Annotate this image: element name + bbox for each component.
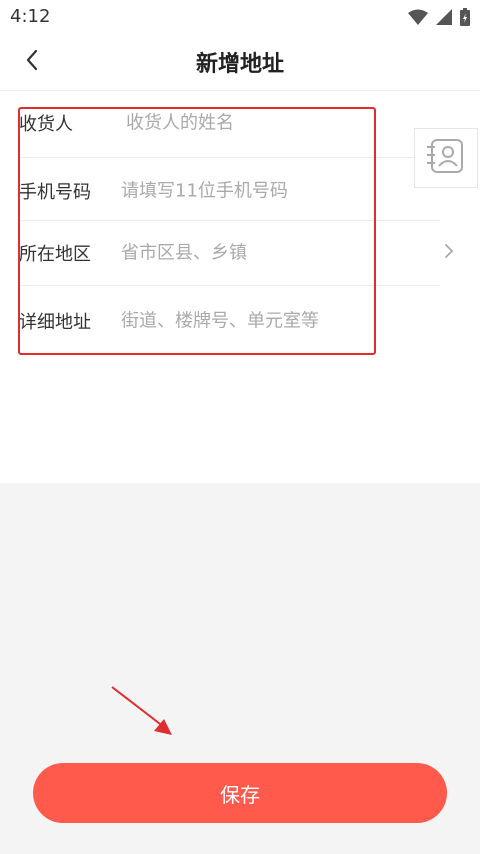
status-bar: 4:12 xyxy=(0,0,480,34)
annotation-arrow xyxy=(111,686,172,735)
header: 新增地址 xyxy=(0,34,480,91)
detail-label: 详细地址 xyxy=(19,312,91,333)
recipient-input[interactable] xyxy=(126,112,376,134)
status-time: 4:12 xyxy=(10,6,51,27)
page-title: 新增地址 xyxy=(195,52,284,77)
phone-row: 手机号码 xyxy=(0,159,460,223)
contact-picker-button[interactable] xyxy=(414,128,478,188)
signal-icon xyxy=(436,9,452,29)
region-input[interactable] xyxy=(121,242,371,264)
chevron-right-icon xyxy=(444,243,454,263)
region-label: 所在地区 xyxy=(19,244,91,265)
save-button[interactable]: 保存 xyxy=(33,763,447,823)
recipient-row: 收货人 xyxy=(0,91,460,158)
contact-book-icon xyxy=(426,139,466,177)
wifi-icon xyxy=(408,9,428,29)
address-form: 收货人 手机号码 所在地区 详细地址 xyxy=(0,91,480,483)
divider xyxy=(20,157,440,158)
divider xyxy=(20,285,440,286)
battery-charging-icon xyxy=(460,8,470,30)
status-icons xyxy=(408,8,470,30)
detail-row: 详细地址 xyxy=(0,289,460,353)
phone-input[interactable] xyxy=(121,180,371,202)
phone-label: 手机号码 xyxy=(19,182,91,203)
detail-input[interactable] xyxy=(121,310,371,332)
recipient-label: 收货人 xyxy=(19,114,73,135)
region-row[interactable]: 所在地区 xyxy=(0,221,460,286)
